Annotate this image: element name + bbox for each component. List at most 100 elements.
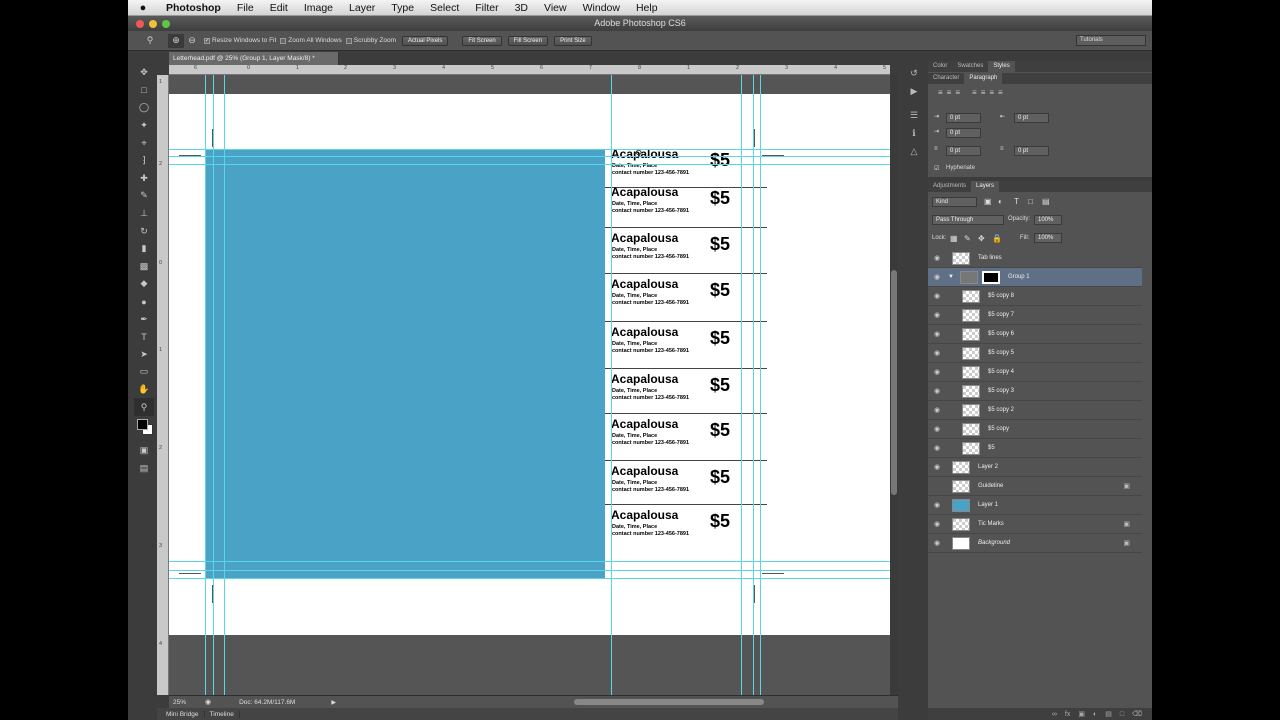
layer-row[interactable]: ◉ $5 [928, 439, 1142, 458]
info-panel-icon[interactable]: ℹ [912, 124, 915, 142]
layer-row[interactable]: ◉ $5 copy 7 [928, 306, 1142, 325]
justify-left-icon[interactable]: ≡ [972, 88, 977, 97]
gradient-tool-icon[interactable]: ▩ [134, 258, 154, 276]
workspace-select[interactable]: Tutorials [1076, 35, 1146, 46]
layer-row[interactable]: ◉ $5 copy 4 [928, 363, 1142, 382]
menu-window[interactable]: Window [575, 2, 628, 14]
foreground-color-swatch[interactable] [137, 418, 148, 430]
tab-mini-bridge[interactable]: Mini Bridge [161, 710, 205, 718]
tab-color[interactable]: Color [928, 61, 952, 72]
fill-screen-button[interactable]: Fill Screen [507, 35, 549, 46]
align-center-icon[interactable]: ≡ [947, 88, 952, 97]
new-layer-icon[interactable]: □ [1120, 711, 1124, 718]
move-tool-icon[interactable]: ✥ [134, 64, 154, 82]
brush-tool-icon[interactable]: ✎ [134, 187, 154, 205]
visibility-eye-icon[interactable]: ◉ [928, 292, 946, 300]
blur-tool-icon[interactable]: ◆ [134, 275, 154, 293]
filter-smart-object-icon[interactable]: ▤ [1042, 197, 1050, 206]
zoom-in-icon[interactable]: ⊕ [168, 33, 184, 48]
clone-stamp-tool-icon[interactable]: ⊥ [134, 205, 154, 223]
space-after-input[interactable]: 0 pt [1014, 146, 1049, 156]
visibility-eye-icon[interactable]: ◉ [928, 254, 946, 262]
healing-brush-tool-icon[interactable]: ✚ [134, 170, 154, 188]
crop-tool-icon[interactable]: ⌖ [134, 134, 154, 152]
quick-selection-tool-icon[interactable]: ✦ [134, 117, 154, 135]
menu-image[interactable]: Image [296, 2, 341, 14]
hyphenate-checkbox[interactable]: ☑ [934, 165, 939, 172]
visibility-eye-icon[interactable]: ◉ [928, 330, 946, 338]
history-panel-icon[interactable]: ↺ [910, 64, 918, 82]
zoom-out-icon[interactable]: ⊖ [184, 34, 200, 48]
blend-mode-select[interactable]: Pass Through [932, 215, 1004, 225]
actual-pixels-button[interactable]: Actual Pixels [402, 35, 449, 46]
layer-row[interactable]: ◉ $5 copy [928, 420, 1142, 439]
menu-layer[interactable]: Layer [341, 2, 383, 14]
horizontal-ruler[interactable]: 6 0 1 2 3 4 5 6 7 8 1 2 3 4 5 [169, 65, 890, 75]
justify-right-icon[interactable]: ≡ [989, 88, 994, 97]
zoom-tool-active-icon[interactable]: ⚲ [134, 398, 154, 416]
layer-row[interactable]: ◉ Background ▣ [928, 534, 1142, 553]
visibility-eye-icon[interactable]: ◉ [928, 501, 946, 509]
visibility-eye-icon[interactable]: ◉ [928, 368, 946, 376]
dodge-tool-icon[interactable]: ● [134, 293, 154, 311]
tab-styles[interactable]: Styles [988, 61, 1015, 72]
filter-pixel-icon[interactable]: ▣ [984, 197, 992, 206]
new-group-icon[interactable]: ▤ [1105, 710, 1112, 718]
lock-transparent-icon[interactable]: ▦ [950, 234, 958, 243]
layer-style-icon[interactable]: fx [1065, 711, 1070, 718]
zoom-tool-icon[interactable]: ⚲ [142, 34, 158, 48]
scrubby-zoom-checkbox[interactable]: Scrubby Zoom [345, 37, 396, 44]
lasso-tool-icon[interactable]: ◯ [134, 99, 154, 117]
visibility-eye-icon[interactable]: ◉ [928, 520, 946, 528]
space-before-input[interactable]: 0 pt [946, 146, 981, 156]
lock-position-icon[interactable]: ✥ [978, 234, 985, 243]
layer-row[interactable]: ◉ Tic Marks ▣ [928, 515, 1142, 534]
layer-mask-thumbnail[interactable] [981, 270, 1000, 284]
status-info-icon[interactable]: ◉ [205, 698, 211, 706]
layer-row[interactable]: ◉ Layer 2 [928, 458, 1142, 477]
menu-3d[interactable]: 3D [507, 2, 536, 14]
fill-input[interactable]: 100% [1034, 233, 1062, 243]
print-size-button[interactable]: Print Size [554, 35, 592, 46]
first-line-indent-input[interactable]: 0 pt [946, 128, 981, 138]
zoom-level[interactable]: 25% [173, 699, 199, 706]
opacity-input[interactable]: 100% [1034, 215, 1062, 225]
layer-kind-filter[interactable]: Kind [932, 197, 977, 207]
close-window-button[interactable] [136, 20, 144, 28]
lock-image-icon[interactable]: ✎ [964, 234, 971, 243]
color-swatches[interactable] [134, 416, 154, 438]
marquee-tool-icon[interactable]: □ [134, 82, 154, 100]
zoom-window-button[interactable] [162, 20, 170, 28]
document-canvas[interactable]: Acapalousa Date, Time, Place contact numbe… [169, 75, 890, 695]
tab-adjustments[interactable]: Adjustments [928, 181, 971, 192]
tab-timeline[interactable]: Timeline [205, 710, 240, 718]
screen-mode-icon[interactable]: ▤ [134, 459, 154, 477]
delete-layer-icon[interactable]: ⌫ [1132, 710, 1142, 718]
visibility-eye-icon[interactable]: ◉ [928, 406, 946, 414]
layer-row[interactable]: ◉ Layer 1 [928, 496, 1142, 515]
justify-center-icon[interactable]: ≡ [981, 88, 986, 97]
hand-tool-icon[interactable]: ✋ [134, 381, 154, 399]
visibility-eye-icon[interactable]: ◉ [928, 311, 946, 319]
adjustment-layer-icon[interactable]: ◐ [1093, 711, 1097, 718]
visibility-eye-icon[interactable]: ◉ [928, 444, 946, 452]
layer-row[interactable]: ◉ $5 copy 6 [928, 325, 1142, 344]
visibility-eye-icon[interactable]: ◉ [928, 425, 946, 433]
eraser-tool-icon[interactable]: ▮ [134, 240, 154, 258]
indent-left-input[interactable]: 0 pt [946, 113, 981, 123]
vertical-ruler[interactable]: 1 2 0 1 2 3 4 [157, 75, 169, 695]
history-brush-tool-icon[interactable]: ↻ [134, 222, 154, 240]
filter-adjustment-icon[interactable]: ◐ [998, 197, 1003, 206]
lock-all-icon[interactable]: 🔒 [992, 234, 1002, 243]
visibility-eye-icon[interactable]: ◉ [928, 387, 946, 395]
visibility-eye-icon[interactable]: ◉ [928, 273, 946, 281]
menu-filter[interactable]: Filter [467, 2, 506, 14]
menu-file[interactable]: File [229, 2, 262, 14]
menu-select[interactable]: Select [422, 2, 467, 14]
layer-row[interactable]: Guideline ▣ [928, 477, 1142, 496]
minimize-window-button[interactable] [149, 20, 157, 28]
layer-row[interactable]: ◉ $5 copy 5 [928, 344, 1142, 363]
layer-row[interactable]: ◉ ▼ Group 1 [928, 268, 1142, 287]
menu-view[interactable]: View [536, 2, 575, 14]
filter-type-icon[interactable]: T [1014, 197, 1019, 206]
